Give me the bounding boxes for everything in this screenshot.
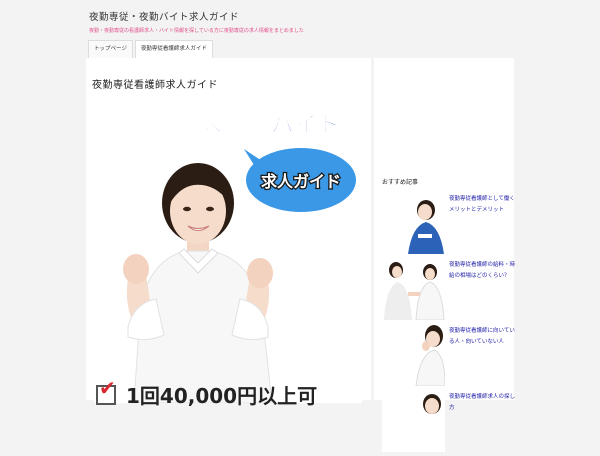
article-title: 夜勤専従看護師求人ガイド	[92, 80, 218, 91]
nurse-thumbnail-image[interactable]	[382, 324, 445, 386]
sidebar: おすすめ記事 夜勤専従看護師として働くメリットとデメリット 夜勤専従看護師の給料…	[374, 58, 515, 452]
sidebar-item[interactable]: 夜勤専従看護師の給料・時給の相場はどのくらい？	[382, 258, 515, 324]
sidebar-item-link[interactable]: 夜勤専従看護師に向いている人・向いていない人	[449, 326, 515, 348]
nurse-thumbnail-image[interactable]	[382, 390, 445, 452]
main-nav: トップページ 夜勤専従看護師求人ガイド	[88, 40, 215, 59]
sidebar-item[interactable]: 夜勤専従看護師として働くメリットとデメリット	[382, 192, 515, 258]
banner-headline: 夜勤専従＆夜勤バイト	[109, 111, 340, 138]
sidebar-item[interactable]: 夜勤専従看護師に向いている人・向いていない人	[382, 324, 515, 390]
sidebar-list: 夜勤専従看護師として働くメリットとデメリット 夜勤専従看護師の給料・時給の相場は…	[382, 192, 515, 456]
main-content: 夜勤専従看護師求人ガイド 夜勤専従＆夜勤バイト 求人ガイド ✔ 1回40,000…	[86, 58, 371, 408]
feature-check-line: ✔ 1回40,000円以上可	[96, 378, 318, 409]
site-title[interactable]: 夜勤専従・夜勤バイト求人ガイド	[89, 9, 239, 23]
nurse-thumbnail-image[interactable]	[382, 258, 445, 320]
sidebar-item-link[interactable]: 夜勤専従看護師の給料・時給の相場はどのくらい？	[449, 260, 515, 282]
nav-item-top[interactable]: トップページ	[88, 40, 133, 59]
hero-banner-image: 夜勤専従＆夜勤バイト 求人ガイド	[94, 103, 362, 403]
sidebar-item-link[interactable]: 夜勤専従看護師求人の探し方	[449, 392, 515, 414]
bubble-text: 求人ガイド	[261, 172, 341, 191]
checkbox-check-icon: ✔	[96, 378, 116, 405]
nurse-thumbnail-image[interactable]	[382, 192, 445, 254]
site-tagline: 夜勤・夜勤専従の看護師求人・バイト情報を探している方に夜勤専従の求人情報をまとめ…	[89, 28, 304, 34]
sidebar-item-link[interactable]: 夜勤専従看護師として働くメリットとデメリット	[449, 194, 515, 216]
sidebar-heading: おすすめ記事	[382, 179, 419, 186]
feature-text: 1回40,000円以上可	[126, 384, 318, 408]
page: 夜勤専従・夜勤バイト求人ガイド 夜勤・夜勤専従の看護師求人・バイト情報を探してい…	[86, 0, 515, 452]
nav-item-guide[interactable]: 夜勤専従看護師求人ガイド	[134, 40, 213, 59]
